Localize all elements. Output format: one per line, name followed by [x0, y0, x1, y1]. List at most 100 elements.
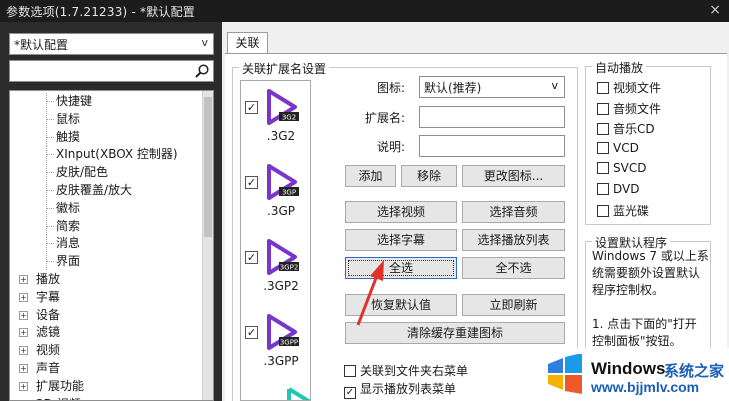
extension-item[interactable]: ✓ 3G2 .3G2 — [241, 87, 310, 161]
tree-item[interactable]: + 设备 — [10, 307, 202, 324]
tree-connector — [46, 199, 54, 217]
restore-default-button[interactable]: 恢复默认值 — [345, 294, 457, 316]
extension-item[interactable]: ✓ 3GP .3GP — [241, 162, 310, 236]
ext-name-field[interactable] — [419, 106, 565, 128]
select-all-button[interactable]: 全选 — [345, 257, 457, 279]
tree-item[interactable]: 皮肤覆盖/放大 — [10, 182, 202, 199]
icon-select[interactable]: 默认(推荐) v — [419, 76, 565, 98]
tree-connector — [46, 217, 54, 235]
checkbox-icon[interactable] — [597, 182, 609, 195]
description-label: 说明: — [377, 140, 406, 154]
tree-connector — [46, 235, 54, 253]
autoplay-checkbox[interactable]: 视频文件 — [597, 79, 661, 96]
play-icon — [287, 387, 310, 400]
close-icon[interactable]: × — [709, 2, 721, 18]
checkbox-icon[interactable] — [344, 365, 356, 377]
tree-item[interactable]: + 视频 — [10, 342, 202, 359]
windows-logo — [548, 354, 582, 394]
left-panel: *默认配置 v 快捷键 鼠标 触摸 XInput(XBOX 控制器) 皮肤/配色 皮肤覆盖… — [0, 22, 222, 401]
checkbox-icon[interactable]: ✓ — [344, 387, 356, 399]
tree-item[interactable]: 消息 — [10, 235, 202, 253]
autoplay-checkbox[interactable]: DVD — [597, 182, 639, 196]
tree-item[interactable]: 鼠标 — [10, 110, 202, 128]
autoplay-label: SVCD — [613, 161, 647, 175]
extension-checkbox[interactable]: ✓ — [245, 176, 258, 189]
select-video-button[interactable]: 选择视频 — [345, 201, 457, 223]
extension-checkbox[interactable]: ✓ — [245, 101, 258, 114]
checkbox-icon[interactable] — [597, 205, 609, 217]
extension-item[interactable]: ✓ 3GP2 .3GP2 — [241, 237, 310, 311]
tree-item-label: 3D 视频 — [36, 396, 81, 400]
select-subtitle-button[interactable]: 选择字幕 — [345, 229, 457, 251]
tree-item[interactable]: + 声音 — [10, 360, 202, 377]
checkbox-icon[interactable] — [597, 102, 609, 115]
refresh-now-button[interactable]: 立即刷新 — [462, 294, 565, 316]
autoplay-label: 视频文件 — [613, 81, 662, 95]
checkbox-icon[interactable] — [597, 162, 609, 174]
clear-cache-button[interactable]: 清除缓存重建图标 — [345, 322, 565, 344]
preset-select[interactable]: *默认配置 v — [9, 33, 214, 55]
play-icon: 3GP — [267, 164, 299, 200]
option-checkbox[interactable]: 关联到文件夹右菜单 — [344, 362, 468, 379]
change-icon-button[interactable]: 更改图标... — [462, 165, 565, 187]
tab-association[interactable]: 关联 — [227, 32, 268, 54]
expand-icon[interactable]: + — [19, 328, 28, 338]
tree-connector — [46, 110, 54, 128]
autoplay-checkbox[interactable]: 蓝光碟 — [597, 202, 649, 219]
tree-item[interactable]: 徽标 — [10, 199, 202, 217]
tree-item-label: XInput(XBOX 控制器) — [56, 147, 178, 162]
add-button[interactable]: 添加 — [345, 165, 396, 187]
tree-item[interactable]: 简索 — [10, 217, 202, 235]
search-icon[interactable] — [194, 63, 210, 79]
extension-checkbox[interactable]: ✓ — [245, 251, 258, 264]
remove-button[interactable]: 移除 — [401, 165, 457, 187]
tree-item[interactable]: + 播放 — [10, 271, 202, 288]
tree-item[interactable]: 界面 — [10, 253, 202, 271]
ext-name-label: 扩展名: — [365, 111, 406, 125]
tree-item[interactable]: XInput(XBOX 控制器) — [10, 146, 202, 164]
extension-checkbox[interactable]: ✓ — [245, 326, 258, 339]
tree-scrollbar[interactable] — [202, 91, 213, 400]
tree-connector — [46, 93, 54, 110]
description-field[interactable] — [419, 135, 565, 157]
note-line — [592, 299, 714, 316]
tree-item[interactable]: 快捷键 — [10, 93, 202, 110]
tree-item[interactable]: +3D 视频 — [10, 396, 202, 400]
icon-label: 图标: — [377, 81, 406, 95]
select-playlist-button[interactable]: 选择播放列表 — [462, 229, 565, 251]
tree-item-label: 界面 — [56, 254, 81, 269]
checkbox-icon[interactable] — [597, 141, 609, 154]
expand-icon[interactable]: + — [19, 310, 28, 320]
expand-icon[interactable]: + — [19, 275, 28, 284]
watermark: Windows 系统之家 www.bjjmlv.com — [536, 348, 729, 401]
tree-connector — [46, 164, 54, 182]
option-checkbox[interactable]: ✓ 显示播放列表菜单 — [344, 380, 456, 399]
icon-select-value: 默认(推荐) — [424, 81, 482, 95]
select-none-button[interactable]: 全不选 — [462, 257, 565, 279]
checkbox-icon[interactable] — [597, 123, 609, 135]
extension-badge: 3G2 — [282, 114, 296, 122]
tree-item[interactable]: + 扩展功能 — [10, 378, 202, 395]
extension-label: .3G2 — [266, 129, 296, 143]
tree-item[interactable]: + 字幕 — [10, 289, 202, 306]
extension-list[interactable]: ✓ 3G2 .3G2 ✓ 3GP .3GP ✓ 3GP2 .3GP2 ✓ 3GPP .3GPP — [240, 80, 311, 401]
chevron-down-icon: v — [201, 36, 208, 49]
tree-item[interactable]: + 滤镜 — [10, 324, 202, 341]
checkbox-icon[interactable] — [597, 82, 609, 94]
tree-item[interactable]: 皮肤/配色 — [10, 164, 202, 182]
extension-label: .3GP — [267, 204, 295, 218]
expand-icon[interactable]: + — [19, 381, 28, 391]
extension-item[interactable]: ✓ 3GPP .3GPP — [241, 312, 310, 386]
autoplay-checkbox[interactable]: SVCD — [597, 161, 646, 175]
expand-icon[interactable]: + — [19, 364, 28, 373]
autoplay-checkbox[interactable]: 音乐CD — [597, 120, 655, 137]
extension-label: .3GPP — [263, 354, 299, 368]
tree-item[interactable]: 触摸 — [10, 128, 202, 146]
autoplay-checkbox[interactable]: 音频文件 — [597, 100, 661, 117]
select-audio-button[interactable]: 选择音频 — [462, 201, 565, 223]
autoplay-checkbox[interactable]: VCD — [597, 141, 639, 155]
expand-icon[interactable]: + — [19, 346, 28, 356]
search-input[interactable] — [9, 60, 214, 82]
expand-icon[interactable]: + — [19, 292, 28, 302]
option-label: 关联到文件夹右菜单 — [360, 364, 469, 378]
